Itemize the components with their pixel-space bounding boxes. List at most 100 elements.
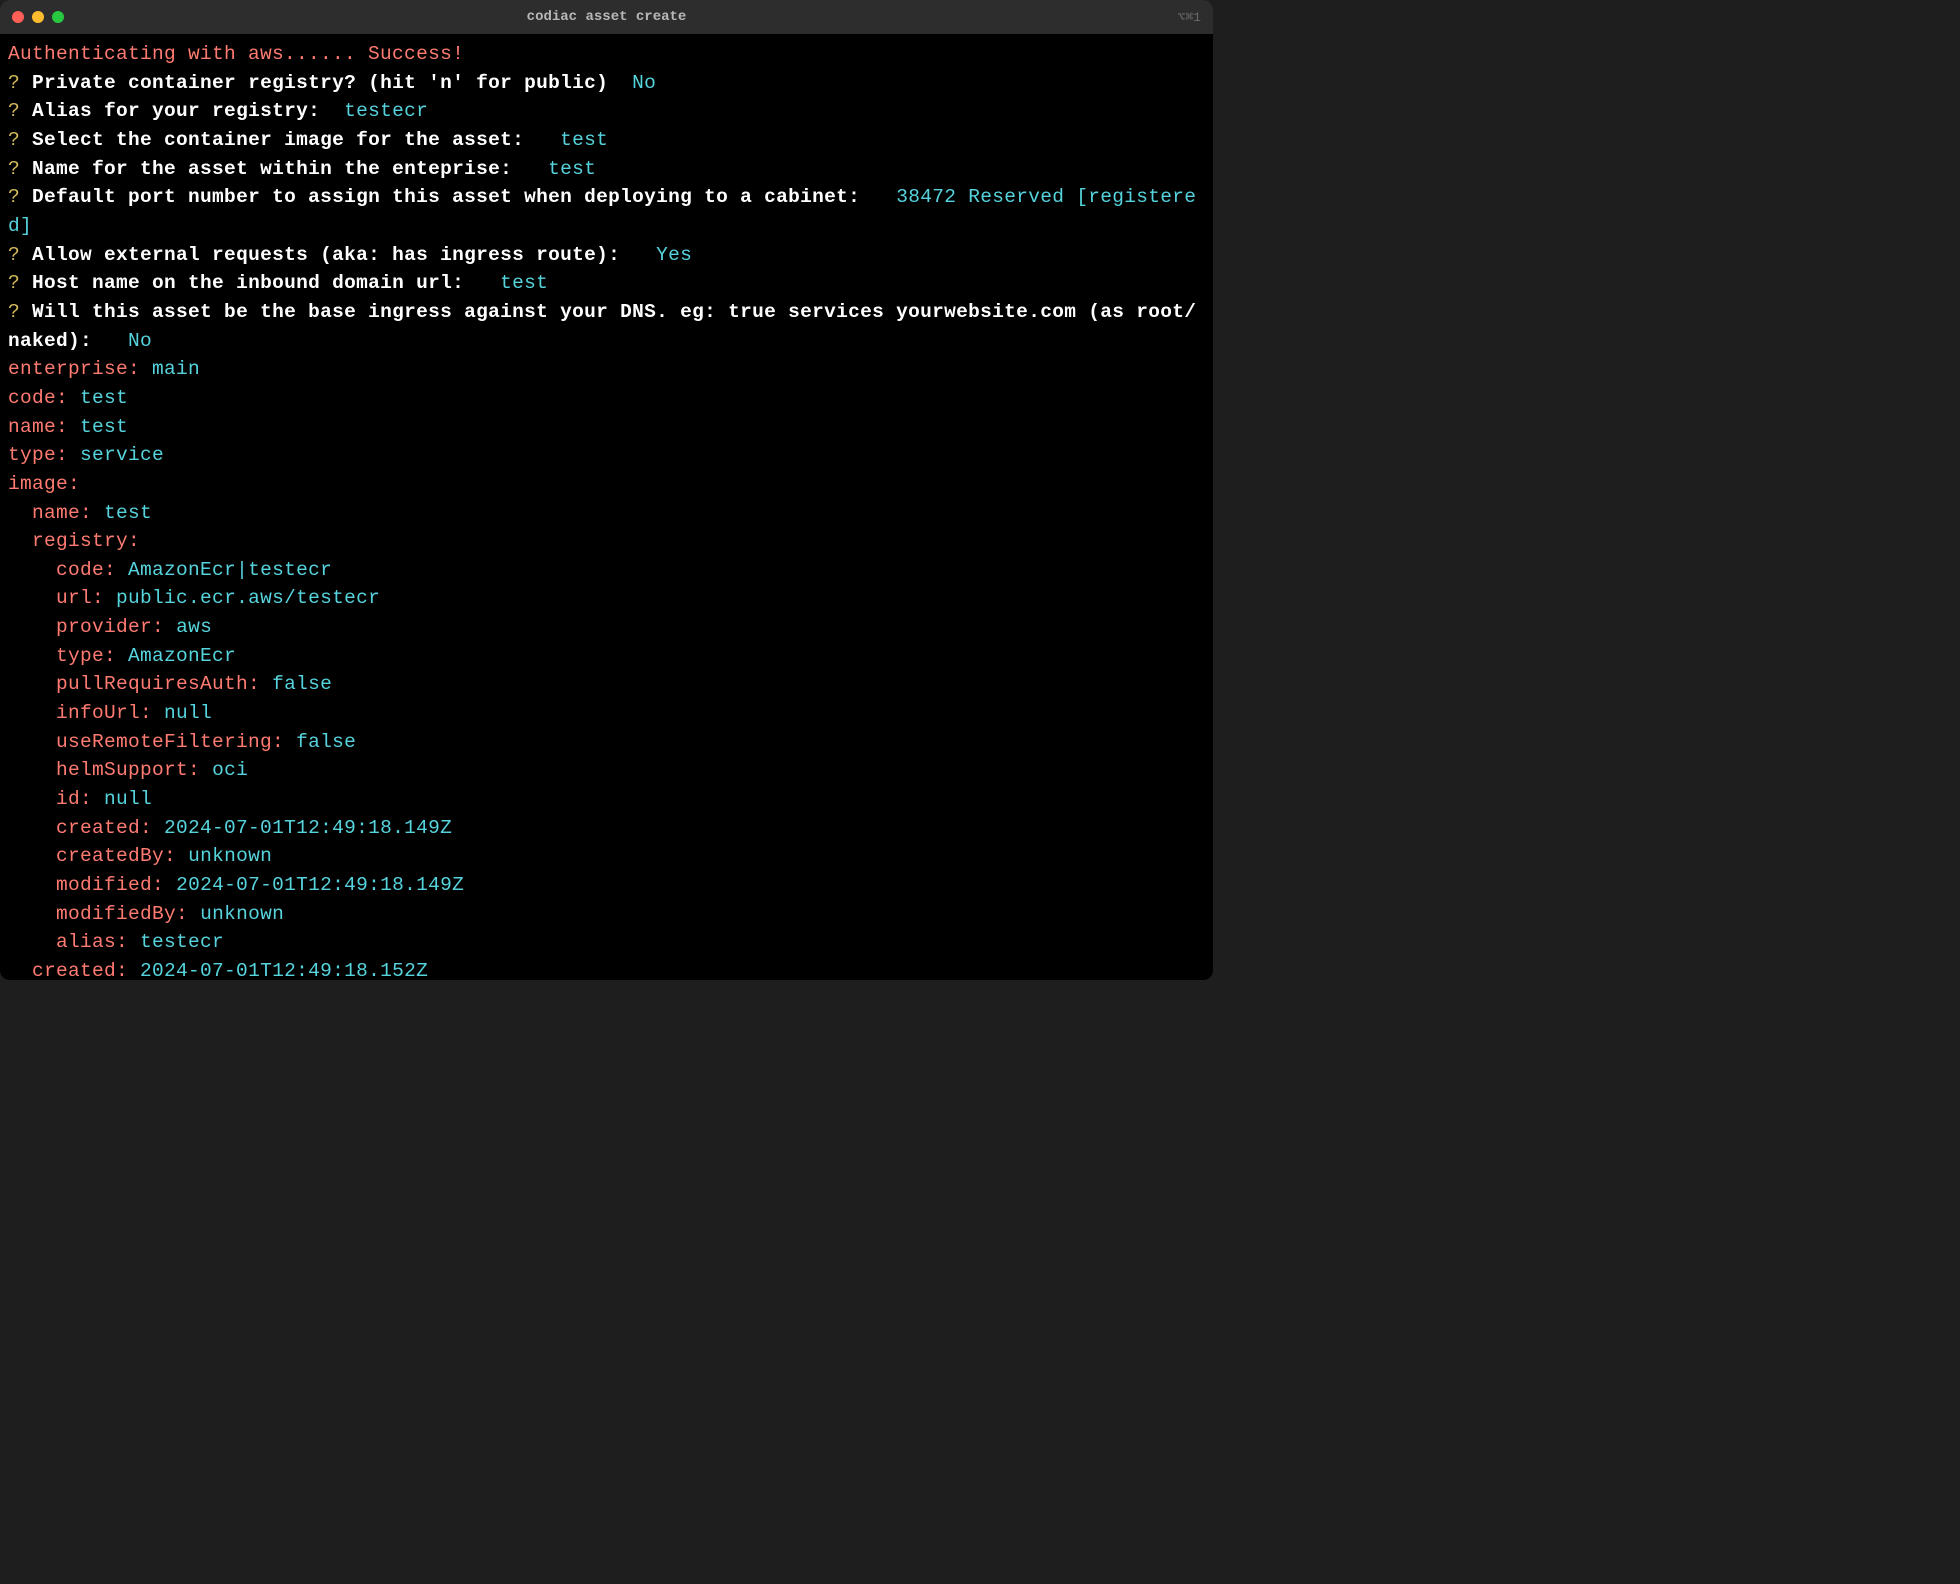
- maximize-button[interactable]: [52, 11, 64, 23]
- output-value: testecr: [140, 931, 224, 953]
- window-title: codiac asset create: [527, 9, 687, 25]
- output-key: useRemoteFiltering:: [56, 731, 284, 753]
- prompt-line: ? Will this asset be the base ingress ag…: [8, 298, 1205, 355]
- auth-line: Authenticating with aws...... Success!: [8, 40, 1205, 69]
- prompt-question: Select the container image for the asset…: [32, 129, 536, 151]
- output-value: null: [104, 788, 152, 810]
- output-key: id:: [56, 788, 92, 810]
- output-key: created:: [56, 817, 152, 839]
- output-line: helmSupport: oci: [8, 756, 1205, 785]
- titlebar-shortcut: ⌥⌘1: [1178, 10, 1201, 25]
- output-key: modifiedBy:: [56, 903, 188, 925]
- prompt-line: ? Allow external requests (aka: has ingr…: [8, 241, 1205, 270]
- output-key: created:: [32, 960, 128, 980]
- output-line: alias: testecr: [8, 928, 1205, 957]
- output-line: createdBy: unknown: [8, 842, 1205, 871]
- prompt-question: Private container registry? (hit 'n' for…: [32, 72, 608, 94]
- output-line: pullRequiresAuth: false: [8, 670, 1205, 699]
- output-line: provider: aws: [8, 613, 1205, 642]
- output-value: null: [164, 702, 212, 724]
- output-line: type: service: [8, 441, 1205, 470]
- output-value: test: [104, 502, 152, 524]
- prompt-line: ? Name for the asset within the entepris…: [8, 155, 1205, 184]
- output-value: aws: [176, 616, 212, 638]
- output-value: oci: [212, 759, 248, 781]
- traffic-lights: [12, 11, 64, 23]
- output-key: provider:: [56, 616, 164, 638]
- output-value: 2024-07-01T12:49:18.149Z: [176, 874, 464, 896]
- output-value: test: [80, 416, 128, 438]
- prompt-question: Name for the asset within the enteprise:: [32, 158, 524, 180]
- output-key: createdBy:: [56, 845, 176, 867]
- output-key: url:: [56, 587, 104, 609]
- output-value: 2024-07-01T12:49:18.149Z: [164, 817, 452, 839]
- output-key: helmSupport:: [56, 759, 200, 781]
- prompt-line: ? Default port number to assign this ass…: [8, 183, 1205, 240]
- output-key: enterprise:: [8, 358, 140, 380]
- prompt-question: Alias for your registry:: [32, 100, 320, 122]
- prompt-answer: No: [128, 330, 152, 352]
- output-value: AmazonEcr|testecr: [128, 559, 332, 581]
- output-value: test: [80, 387, 128, 409]
- prompt-marker: ?: [8, 186, 20, 208]
- prompt-answer: test: [500, 272, 548, 294]
- prompt-marker: ?: [8, 301, 20, 323]
- output-key: registry:: [32, 530, 140, 552]
- output-line: name: test: [8, 499, 1205, 528]
- output-line: code: test: [8, 384, 1205, 413]
- output-key: name:: [32, 502, 92, 524]
- output-line: code: AmazonEcr|testecr: [8, 556, 1205, 585]
- output-value: false: [296, 731, 356, 753]
- prompt-marker: ?: [8, 72, 20, 94]
- output-value: 2024-07-01T12:49:18.152Z: [140, 960, 428, 980]
- terminal-content[interactable]: Authenticating with aws...... Success!? …: [0, 34, 1213, 980]
- output-line: type: AmazonEcr: [8, 642, 1205, 671]
- output-key: modified:: [56, 874, 164, 896]
- prompt-line: ? Alias for your registry: testecr: [8, 97, 1205, 126]
- prompt-answer: test: [548, 158, 596, 180]
- prompt-marker: ?: [8, 158, 20, 180]
- prompt-question: Host name on the inbound domain url:: [32, 272, 476, 294]
- output-key: code:: [56, 559, 116, 581]
- prompt-answer: test: [560, 129, 608, 151]
- output-value: service: [80, 444, 164, 466]
- close-button[interactable]: [12, 11, 24, 23]
- output-line: modified: 2024-07-01T12:49:18.149Z: [8, 871, 1205, 900]
- minimize-button[interactable]: [32, 11, 44, 23]
- terminal-window: codiac asset create ⌥⌘1 Authenticating w…: [0, 0, 1213, 980]
- prompt-line: ? Select the container image for the ass…: [8, 126, 1205, 155]
- output-line: useRemoteFiltering: false: [8, 728, 1205, 757]
- output-value: main: [152, 358, 200, 380]
- output-key: pullRequiresAuth:: [56, 673, 260, 695]
- output-key: image:: [8, 473, 80, 495]
- output-line: created: 2024-07-01T12:49:18.149Z: [8, 814, 1205, 843]
- output-key: code:: [8, 387, 68, 409]
- prompt-question: Will this asset be the base ingress agai…: [8, 301, 1196, 352]
- output-line: modifiedBy: unknown: [8, 900, 1205, 929]
- output-line: url: public.ecr.aws/testecr: [8, 584, 1205, 613]
- prompt-marker: ?: [8, 272, 20, 294]
- output-line: created: 2024-07-01T12:49:18.152Z: [8, 957, 1205, 980]
- output-line: registry:: [8, 527, 1205, 556]
- output-value: AmazonEcr: [128, 645, 236, 667]
- prompt-marker: ?: [8, 129, 20, 151]
- output-key: infoUrl:: [56, 702, 152, 724]
- output-line: image:: [8, 470, 1205, 499]
- output-key: type:: [8, 444, 68, 466]
- prompt-line: ? Private container registry? (hit 'n' f…: [8, 69, 1205, 98]
- prompt-question: Allow external requests (aka: has ingres…: [32, 244, 632, 266]
- prompt-marker: ?: [8, 244, 20, 266]
- output-value: public.ecr.aws/testecr: [116, 587, 380, 609]
- prompt-answer: No: [632, 72, 656, 94]
- output-key: alias:: [56, 931, 128, 953]
- output-line: infoUrl: null: [8, 699, 1205, 728]
- output-value: unknown: [200, 903, 284, 925]
- output-value: unknown: [188, 845, 272, 867]
- output-line: name: test: [8, 413, 1205, 442]
- output-key: type:: [56, 645, 116, 667]
- output-key: name:: [8, 416, 68, 438]
- prompt-marker: ?: [8, 100, 20, 122]
- prompt-answer: testecr: [344, 100, 428, 122]
- titlebar: codiac asset create ⌥⌘1: [0, 0, 1213, 34]
- prompt-answer: Yes: [656, 244, 692, 266]
